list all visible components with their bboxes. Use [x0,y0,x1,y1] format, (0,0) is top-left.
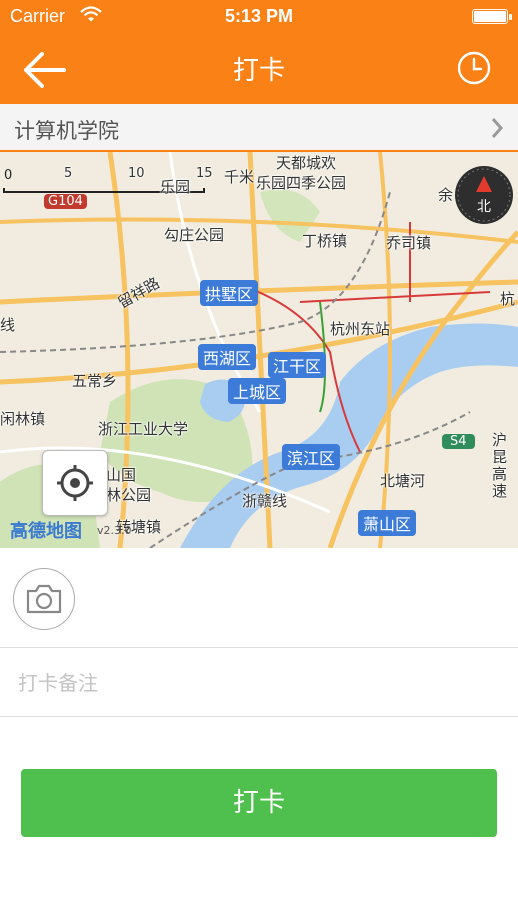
map-label: 闲林镇 [0,410,46,428]
location-selector[interactable]: 计算机学院 [0,104,518,152]
locate-me-button[interactable] [42,450,108,516]
location-name: 计算机学院 [14,119,119,143]
battery-icon [472,9,512,24]
map-label: 山国 [106,466,137,484]
crosshair-icon [57,465,93,501]
compass-north-label: 北 [477,199,491,215]
map-label: 乔司镇 [386,234,432,252]
chevron-right-icon [490,117,504,143]
clock-time: 5:13 PM [224,6,294,26]
map-logo-version: v2.3.0 [97,524,132,537]
map-label: 勾庄公园 [164,226,225,244]
map-label: 五常乡 [72,372,118,390]
map-label: 乐园四季公园 [256,174,347,192]
note-input[interactable] [16,664,500,702]
district-label: 上城区 [228,378,287,404]
photo-row [0,548,518,648]
map-label: 北塘河 [380,472,426,490]
map-label: 浙江工业大学 [98,420,189,438]
compass-button[interactable]: 北 [455,166,513,224]
map-view[interactable]: 0 5 10 15 千米 天都城欢 乐园 乐园四季公园 余 勾庄公园 丁桥镇 乔… [0,152,518,548]
map-label: 乐园 [160,178,191,196]
district-label: 西湖区 [198,344,257,370]
camera-icon [26,584,62,614]
map-label: 天都城欢 [276,154,337,172]
map-label: 线 [0,316,16,334]
highway-badge: G104 [44,194,87,209]
map-label: 丁桥镇 [302,232,348,250]
district-label: 江干区 [268,352,327,378]
scale-tick: 15 [196,166,213,181]
map-label: 杭州东站 [330,320,391,338]
map-label: 余 [438,186,454,204]
page-title: 打卡 [232,56,285,86]
scale-unit: 千米 [224,168,255,186]
map-label: 林公园 [106,486,152,504]
district-label: 拱墅区 [200,280,259,306]
map-scale: 0 [4,168,12,183]
district-label: 滨江区 [282,444,341,470]
scale-tick: 10 [128,166,145,181]
navigation-bar: 打卡 [0,34,518,104]
camera-button[interactable] [13,568,75,630]
app-header: Carrier 5:13 PM 打卡 [0,0,518,104]
clock-icon [457,51,491,85]
highway-badge: S4 [442,434,475,449]
history-button[interactable] [456,50,492,86]
status-bar: Carrier 5:13 PM [0,0,518,34]
map-label: 杭 [500,290,516,308]
map-label: 浙赣线 [242,492,288,510]
map-label: 沪昆高速 [492,431,508,500]
district-label: 萧山区 [358,510,417,536]
scale-tick: 5 [64,166,73,181]
punch-in-button[interactable]: 打卡 [21,769,497,837]
note-row [0,648,518,717]
scale-tick: 0 [4,168,13,183]
map-logo: 高德地图 [10,521,82,542]
